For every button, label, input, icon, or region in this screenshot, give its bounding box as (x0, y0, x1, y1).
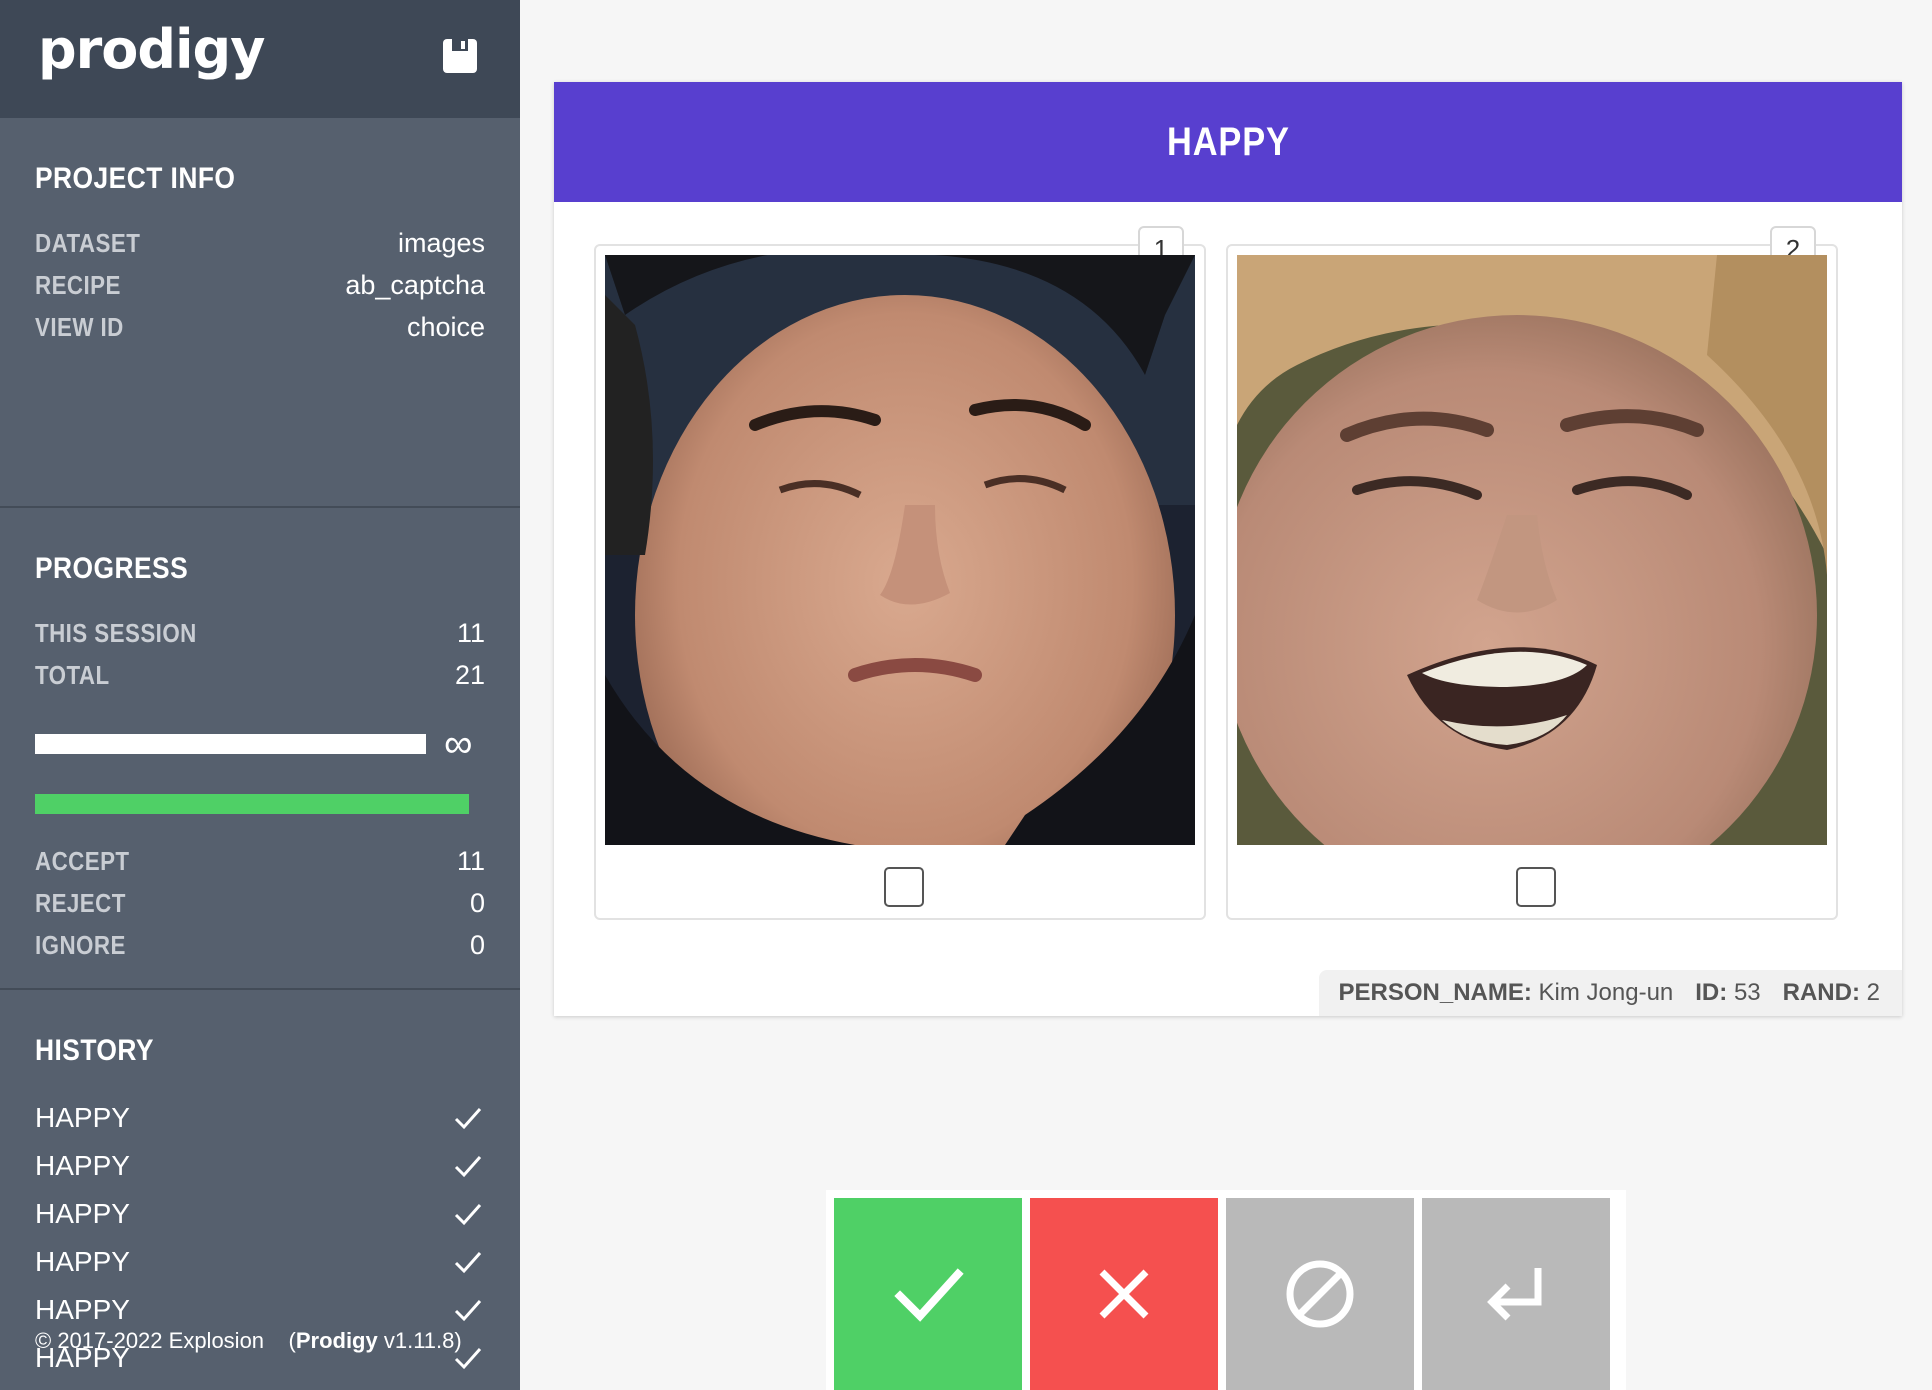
history-item-label: HAPPY (35, 1102, 130, 1133)
task-label: HAPPY (1166, 119, 1290, 164)
check-icon (894, 1268, 964, 1322)
face-photo-laughing (1237, 255, 1827, 845)
footer-paren-open: ( (288, 1328, 296, 1353)
infinity-icon: ∞ (444, 722, 473, 766)
check-icon (454, 1300, 482, 1322)
dataset-label: DATASET (35, 227, 141, 258)
choice-option-1[interactable]: 1 (594, 226, 1206, 920)
history-item[interactable]: HAPPY (35, 1286, 485, 1334)
reject-button[interactable] (1030, 1198, 1218, 1390)
session-row: THIS SESSION 11 (35, 612, 485, 654)
total-label: TOTAL (35, 659, 110, 690)
face-photo-serious (605, 255, 1195, 845)
action-buttons (826, 1190, 1626, 1390)
ignore-label: IGNORE (35, 929, 126, 960)
check-icon (454, 1156, 482, 1178)
undo-button[interactable] (1422, 1198, 1610, 1390)
option-checkbox[interactable] (1516, 867, 1556, 907)
history-item-label: HAPPY (35, 1198, 130, 1229)
choice-option-2[interactable]: 2 (1226, 226, 1838, 920)
project-info-title: PROJECT INFO (35, 162, 236, 195)
accept-ratio-bar (35, 794, 469, 814)
person-name-value: Kim Jong-un (1538, 979, 1674, 1006)
history-item[interactable]: HAPPY (35, 1190, 485, 1238)
annotation-card: HAPPY 1 2 PERSON_NAME: Kim Jong-un ID: 5… (554, 82, 1902, 1016)
history-item[interactable]: HAPPY (35, 1142, 485, 1190)
progress-section: PROGRESS THIS SESSION 11 TOTAL 21 ∞ ACCE… (0, 508, 520, 990)
session-value: 11 (456, 617, 485, 648)
sidebar: prodigy PROJECT INFO DATASET images RECI… (0, 0, 520, 1390)
ignore-value: 0 (469, 929, 485, 960)
view-id-label: VIEW ID (35, 311, 124, 342)
ignore-button[interactable] (1226, 1198, 1414, 1390)
recipe-label: RECIPE (35, 269, 121, 300)
reject-label: REJECT (35, 887, 126, 918)
total-value: 21 (454, 659, 485, 690)
progress-bar-row: ∞ (35, 724, 485, 764)
check-icon (454, 1252, 482, 1274)
total-row: TOTAL 21 (35, 654, 485, 696)
project-info-section: PROJECT INFO DATASET images RECIPE ab_ca… (0, 118, 520, 508)
view-id-value: choice (406, 311, 485, 342)
option-image[interactable] (1237, 255, 1827, 845)
recipe-value: ab_captcha (345, 269, 485, 300)
option-checkbox[interactable] (884, 867, 924, 907)
accept-label: ACCEPT (35, 845, 130, 876)
rand-value: 2 (1866, 979, 1880, 1006)
dataset-row: DATASET images (35, 222, 485, 264)
decision-counts: ACCEPT 11 REJECT 0 IGNORE 0 (35, 840, 485, 966)
ban-icon (1286, 1260, 1354, 1328)
return-arrow-icon (1487, 1268, 1542, 1321)
recipe-row: RECIPE ab_captcha (35, 264, 485, 306)
history-item-label: HAPPY (35, 1150, 130, 1181)
history-item-label: HAPPY (35, 1246, 130, 1277)
dataset-value: images (397, 227, 485, 258)
view-id-row: VIEW ID choice (35, 306, 485, 348)
save-icon[interactable] (442, 38, 478, 74)
progress-bar (35, 734, 426, 754)
close-icon (1099, 1269, 1149, 1319)
reject-value: 0 (469, 887, 485, 918)
version: v1.11.8 (383, 1328, 455, 1353)
accept-row: ACCEPT 11 (35, 840, 485, 882)
app-logo: prodigy (38, 18, 265, 81)
reject-row: REJECT 0 (35, 882, 485, 924)
progress-title: PROGRESS (35, 552, 189, 585)
history-item[interactable]: HAPPY (35, 1238, 485, 1286)
footer-paren-close: ) (454, 1328, 462, 1353)
history-item-label: HAPPY (35, 1294, 130, 1325)
rand-label: RAND: (1782, 979, 1860, 1006)
footer: © 2017-2022 Explosion (Prodigy v1.11.8) (35, 1328, 462, 1354)
ignore-row: IGNORE 0 (35, 924, 485, 966)
check-icon (454, 1108, 482, 1130)
copyright: © 2017-2022 Explosion (35, 1328, 265, 1353)
id-value: 53 (1733, 979, 1761, 1006)
history-title: HISTORY (35, 1034, 154, 1067)
task-meta: PERSON_NAME: Kim Jong-un ID: 53 RAND: 2 (1318, 970, 1902, 1016)
product-name[interactable]: Prodigy (296, 1328, 378, 1353)
person-name-label: PERSON_NAME: (1338, 979, 1532, 1006)
session-label: THIS SESSION (35, 617, 197, 648)
history-item[interactable]: HAPPY (35, 1382, 485, 1390)
task-header: HAPPY (554, 82, 1902, 202)
check-icon (454, 1204, 482, 1226)
history-item[interactable]: HAPPY (35, 1094, 485, 1142)
sidebar-header: prodigy (0, 0, 520, 118)
accept-button[interactable] (834, 1198, 1022, 1390)
option-image[interactable] (605, 255, 1195, 845)
accept-value: 11 (456, 845, 485, 876)
id-label: ID: (1695, 979, 1728, 1006)
